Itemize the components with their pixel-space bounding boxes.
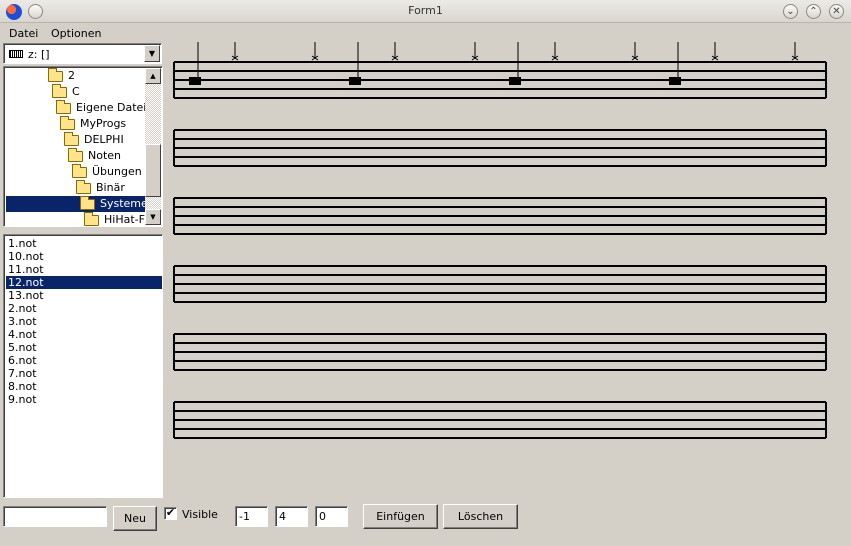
tree-item[interactable]: Noten bbox=[6, 148, 145, 164]
file-list[interactable]: 1.not 10.not 11.not 12.not 13.not 2.not 3.not 4… bbox=[3, 234, 163, 498]
file-list-item[interactable]: 7.not bbox=[6, 367, 162, 380]
note-head bbox=[509, 77, 521, 85]
file-list-item[interactable]: 12.not bbox=[6, 276, 162, 289]
window-title: Form1 bbox=[408, 4, 443, 17]
name-input[interactable] bbox=[3, 506, 107, 527]
folder-open-icon bbox=[80, 196, 95, 210]
menu-datei[interactable]: Datei bbox=[9, 27, 38, 40]
note-head bbox=[669, 77, 681, 85]
tree-item-label: Noten bbox=[88, 149, 122, 162]
file-list-item[interactable]: 11.not bbox=[6, 263, 162, 276]
visible-checkbox[interactable]: ✔ bbox=[164, 507, 177, 520]
tree-item[interactable]: 2 bbox=[6, 68, 145, 84]
note-head bbox=[189, 77, 201, 85]
tree-item[interactable]: HiHat-Fu bbox=[6, 212, 145, 226]
file-list-item[interactable]: 6.not bbox=[6, 354, 162, 367]
file-list-item[interactable]: 10.not bbox=[6, 250, 162, 263]
tree-item-label: Binär bbox=[96, 181, 125, 194]
visible-label: Visible bbox=[182, 508, 218, 521]
tree-item-label: DELPHI bbox=[84, 133, 124, 146]
drive-value: z: [] bbox=[28, 48, 50, 61]
tree-item-label: Systeme bbox=[100, 197, 145, 210]
tree-item[interactable]: Eigene Dateien bbox=[6, 100, 145, 116]
minimize-button[interactable]: ⌄ bbox=[783, 4, 798, 19]
folder-open-icon bbox=[48, 68, 63, 82]
insert-button[interactable]: Einfügen bbox=[363, 504, 438, 529]
scroll-up-icon[interactable]: ▲ bbox=[145, 68, 161, 84]
tree-item[interactable]: Systeme bbox=[6, 196, 145, 212]
folder-open-icon bbox=[56, 100, 71, 114]
directory-tree[interactable]: 2 C Eigene Dateien MyProgs DELPHI Noten Übunge… bbox=[3, 66, 163, 227]
tree-item[interactable]: DELPHI bbox=[6, 132, 145, 148]
tree-item-label: 2 bbox=[68, 69, 75, 82]
title-bar: Form1 ⌄ ⌃ ✕ bbox=[0, 0, 851, 23]
new-button[interactable]: Neu bbox=[113, 506, 157, 531]
drive-icon bbox=[9, 50, 23, 58]
file-list-item[interactable]: 8.not bbox=[6, 380, 162, 393]
dropdown-arrow-icon[interactable]: ▼ bbox=[144, 45, 160, 62]
maximize-button[interactable]: ⌃ bbox=[806, 4, 821, 19]
folder-open-icon bbox=[68, 148, 83, 162]
file-list-item[interactable]: 1.not bbox=[6, 237, 162, 250]
delete-button[interactable]: Löschen bbox=[443, 504, 518, 529]
drive-combobox[interactable]: z: [] ▼ bbox=[3, 43, 162, 64]
tree-item-label: Übungen bbox=[92, 165, 142, 178]
note-head bbox=[349, 77, 361, 85]
file-list-item[interactable]: 3.not bbox=[6, 315, 162, 328]
field-1[interactable] bbox=[235, 506, 268, 527]
tree-item-label: MyProgs bbox=[80, 117, 127, 130]
staff-canvas[interactable] bbox=[168, 38, 834, 448]
tree-item-label: Eigene Dateien bbox=[76, 101, 145, 114]
file-list-item[interactable]: 2.not bbox=[6, 302, 162, 315]
file-list-item[interactable]: 13.not bbox=[6, 289, 162, 302]
check-icon: ✔ bbox=[165, 506, 176, 519]
folder-open-icon bbox=[52, 84, 67, 98]
tree-item-label: C bbox=[72, 85, 80, 98]
field-2[interactable] bbox=[275, 506, 308, 527]
folder-open-icon bbox=[64, 132, 79, 146]
tree-item[interactable]: C bbox=[6, 84, 145, 100]
close-button[interactable]: ✕ bbox=[829, 4, 844, 19]
folder-open-icon bbox=[60, 116, 75, 130]
scroll-thumb[interactable] bbox=[145, 144, 161, 197]
tree-item[interactable]: Binär bbox=[6, 180, 145, 196]
folder-open-icon bbox=[84, 212, 99, 226]
tree-scrollbar[interactable]: ▲ ▼ bbox=[145, 68, 161, 225]
file-list-item[interactable]: 4.not bbox=[6, 328, 162, 341]
file-list-item[interactable]: 5.not bbox=[6, 341, 162, 354]
folder-open-icon bbox=[76, 180, 91, 194]
tree-item[interactable]: Übungen bbox=[6, 164, 145, 180]
tree-item[interactable]: MyProgs bbox=[6, 116, 145, 132]
tree-item-label: HiHat-Fu bbox=[104, 213, 145, 226]
folder-open-icon bbox=[72, 164, 87, 178]
file-list-item[interactable]: 9.not bbox=[6, 393, 162, 406]
scroll-down-icon[interactable]: ▼ bbox=[145, 209, 161, 225]
menu-optionen[interactable]: Optionen bbox=[51, 27, 101, 40]
field-3[interactable] bbox=[315, 506, 348, 527]
